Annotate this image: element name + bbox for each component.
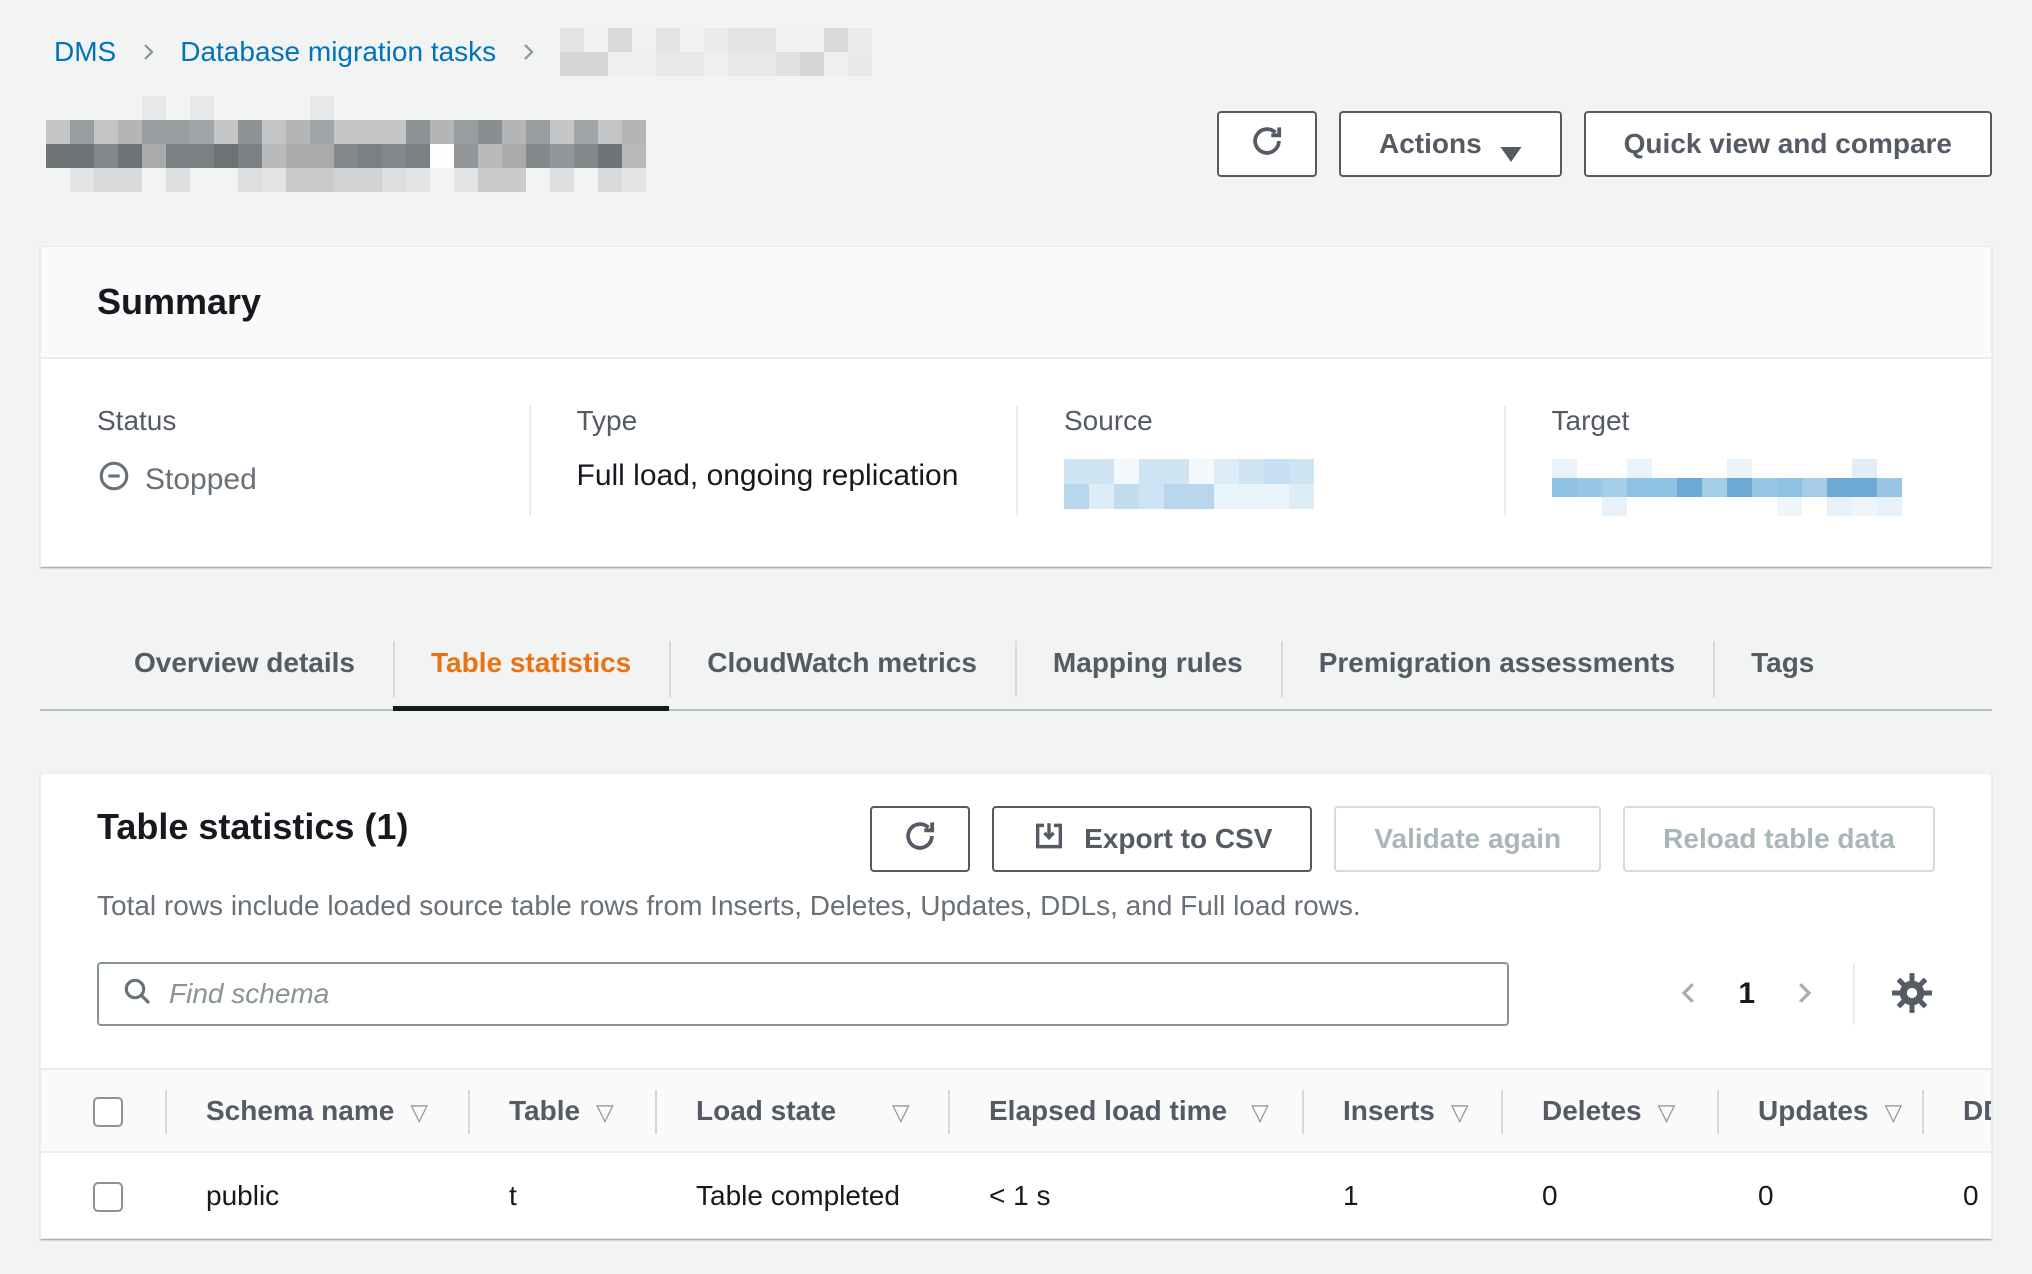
pagination-next-button[interactable] — [1789, 976, 1819, 1013]
column-header-deletes[interactable]: Deletes▽ — [1502, 1070, 1718, 1152]
type-value: Full load, ongoing replication — [577, 459, 971, 493]
status-label: Status — [97, 405, 483, 437]
row-checkbox[interactable] — [93, 1182, 123, 1212]
cell-elapsed-load-time: < 1 s — [949, 1152, 1303, 1238]
tab-tags[interactable]: Tags — [1713, 623, 1852, 709]
cell-load-state: Table completed — [656, 1152, 949, 1238]
sort-icon: ▽ — [1658, 1099, 1676, 1125]
cell-deletes: 0 — [1502, 1152, 1718, 1238]
tab-mapping-rules[interactable]: Mapping rules — [1015, 623, 1281, 709]
column-header-updates[interactable]: Updates▽ — [1718, 1070, 1923, 1152]
validate-label: Validate again — [1374, 823, 1561, 855]
table-statistics-title: Table statistics (1) — [97, 806, 408, 848]
summary-field-target: Target — [1504, 405, 1992, 516]
table-row: public t Table completed < 1 s 1 0 0 0 — [41, 1152, 1991, 1238]
sort-icon: ▽ — [596, 1099, 614, 1125]
caret-down-icon — [1500, 137, 1522, 152]
export-icon — [1032, 819, 1066, 860]
tab-premigration-assessments[interactable]: Premigration assessments — [1281, 623, 1713, 709]
chevron-right-icon — [1789, 976, 1819, 1013]
breadcrumb: DMS Database migration tasks — [54, 26, 1992, 78]
select-all-checkbox[interactable] — [93, 1097, 123, 1127]
summary-field-type: Type Full load, ongoing replication — [529, 405, 1017, 516]
summary-field-status: Status Stopped — [41, 405, 529, 516]
summary-panel-header: Summary — [41, 247, 1991, 359]
reload-table-data-button[interactable]: Reload table data — [1623, 806, 1935, 872]
source-value-redacted — [1064, 459, 1458, 509]
validate-again-button[interactable]: Validate again — [1334, 806, 1601, 872]
breadcrumb-link-dms[interactable]: DMS — [54, 36, 116, 68]
page-number[interactable]: 1 — [1738, 977, 1755, 1011]
column-header-inserts[interactable]: Inserts▽ — [1303, 1070, 1502, 1152]
target-value-redacted — [1552, 459, 1946, 516]
pager-divider — [1853, 963, 1855, 1025]
status-value: Stopped — [145, 463, 257, 497]
target-label: Target — [1552, 405, 1946, 437]
summary-field-source: Source — [1016, 405, 1504, 516]
quick-view-label: Quick view and compare — [1624, 128, 1952, 160]
refresh-button[interactable] — [1217, 111, 1317, 177]
summary-panel: Summary Status Stopped Type Full load, o… — [40, 246, 1992, 567]
table-statistics-description: Total rows include loaded source table r… — [97, 890, 1935, 922]
page-title-redacted — [46, 96, 646, 192]
summary-title: Summary — [97, 281, 1935, 323]
column-header-load-state[interactable]: Load state▽ — [656, 1070, 949, 1152]
source-label: Source — [1064, 405, 1458, 437]
chevron-right-separator-icon — [516, 38, 540, 66]
cell-updates: 0 — [1718, 1152, 1923, 1238]
cell-schema-name: public — [166, 1152, 469, 1238]
pagination-prev-button[interactable] — [1674, 976, 1704, 1013]
tab-table-statistics[interactable]: Table statistics — [393, 623, 669, 709]
column-header-schema-name[interactable]: Schema name▽ — [166, 1070, 469, 1152]
actions-button-label: Actions — [1379, 128, 1482, 160]
refresh-icon — [1248, 122, 1286, 167]
page: DMS Database migration tasks Actions — [0, 0, 2032, 1239]
tab-cloudwatch-metrics[interactable]: CloudWatch metrics — [669, 623, 1015, 709]
table-statistics-table: Schema name▽ Table▽ Load state▽ Elapsed … — [41, 1070, 1991, 1238]
cell-table: t — [469, 1152, 656, 1238]
quick-view-and-compare-button[interactable]: Quick view and compare — [1584, 111, 1992, 177]
sort-icon: ▽ — [1251, 1099, 1269, 1125]
chevron-right-separator-icon — [136, 38, 160, 66]
sort-icon: ▽ — [1451, 1099, 1469, 1125]
table-scroll-container[interactable]: Schema name▽ Table▽ Load state▽ Elapsed … — [41, 1068, 1991, 1238]
summary-fields: Status Stopped Type Full load, ongoing r… — [41, 359, 1991, 566]
export-label: Export to CSV — [1084, 823, 1272, 855]
column-header-ddls[interactable]: DDLs▽ — [1923, 1070, 1991, 1152]
column-header-table[interactable]: Table▽ — [469, 1070, 656, 1152]
sort-icon: ▽ — [892, 1099, 910, 1125]
column-header-elapsed-load-time[interactable]: Elapsed load time▽ — [949, 1070, 1303, 1152]
sort-icon: ▽ — [410, 1099, 428, 1125]
gear-icon — [1889, 970, 1935, 1019]
export-to-csv-button[interactable]: Export to CSV — [992, 806, 1312, 872]
search-icon — [121, 975, 153, 1014]
search-input[interactable] — [169, 978, 1485, 1010]
schema-search-box — [97, 962, 1509, 1026]
table-settings-button[interactable] — [1889, 970, 1935, 1019]
page-header: Actions Quick view and compare — [46, 96, 1992, 192]
chevron-left-icon — [1674, 976, 1704, 1013]
cell-inserts: 1 — [1303, 1152, 1502, 1238]
reload-label: Reload table data — [1663, 823, 1895, 855]
type-label: Type — [577, 405, 971, 437]
tab-bar: Overview details Table statistics CloudW… — [40, 623, 1992, 711]
breadcrumb-current-redacted — [560, 28, 872, 76]
tab-overview-details[interactable]: Overview details — [96, 623, 393, 709]
refresh-icon — [901, 817, 939, 862]
table-statistics-panel: Table statistics (1) — [40, 773, 1992, 1239]
table-refresh-button[interactable] — [870, 806, 970, 872]
breadcrumb-link-database-migration-tasks[interactable]: Database migration tasks — [180, 36, 496, 68]
sort-icon: ▽ — [1884, 1099, 1902, 1125]
table-header-row: Schema name▽ Table▽ Load state▽ Elapsed … — [41, 1070, 1991, 1152]
cell-ddls: 0 — [1923, 1152, 1991, 1238]
actions-button[interactable]: Actions — [1339, 111, 1562, 177]
stopped-icon — [97, 459, 131, 501]
